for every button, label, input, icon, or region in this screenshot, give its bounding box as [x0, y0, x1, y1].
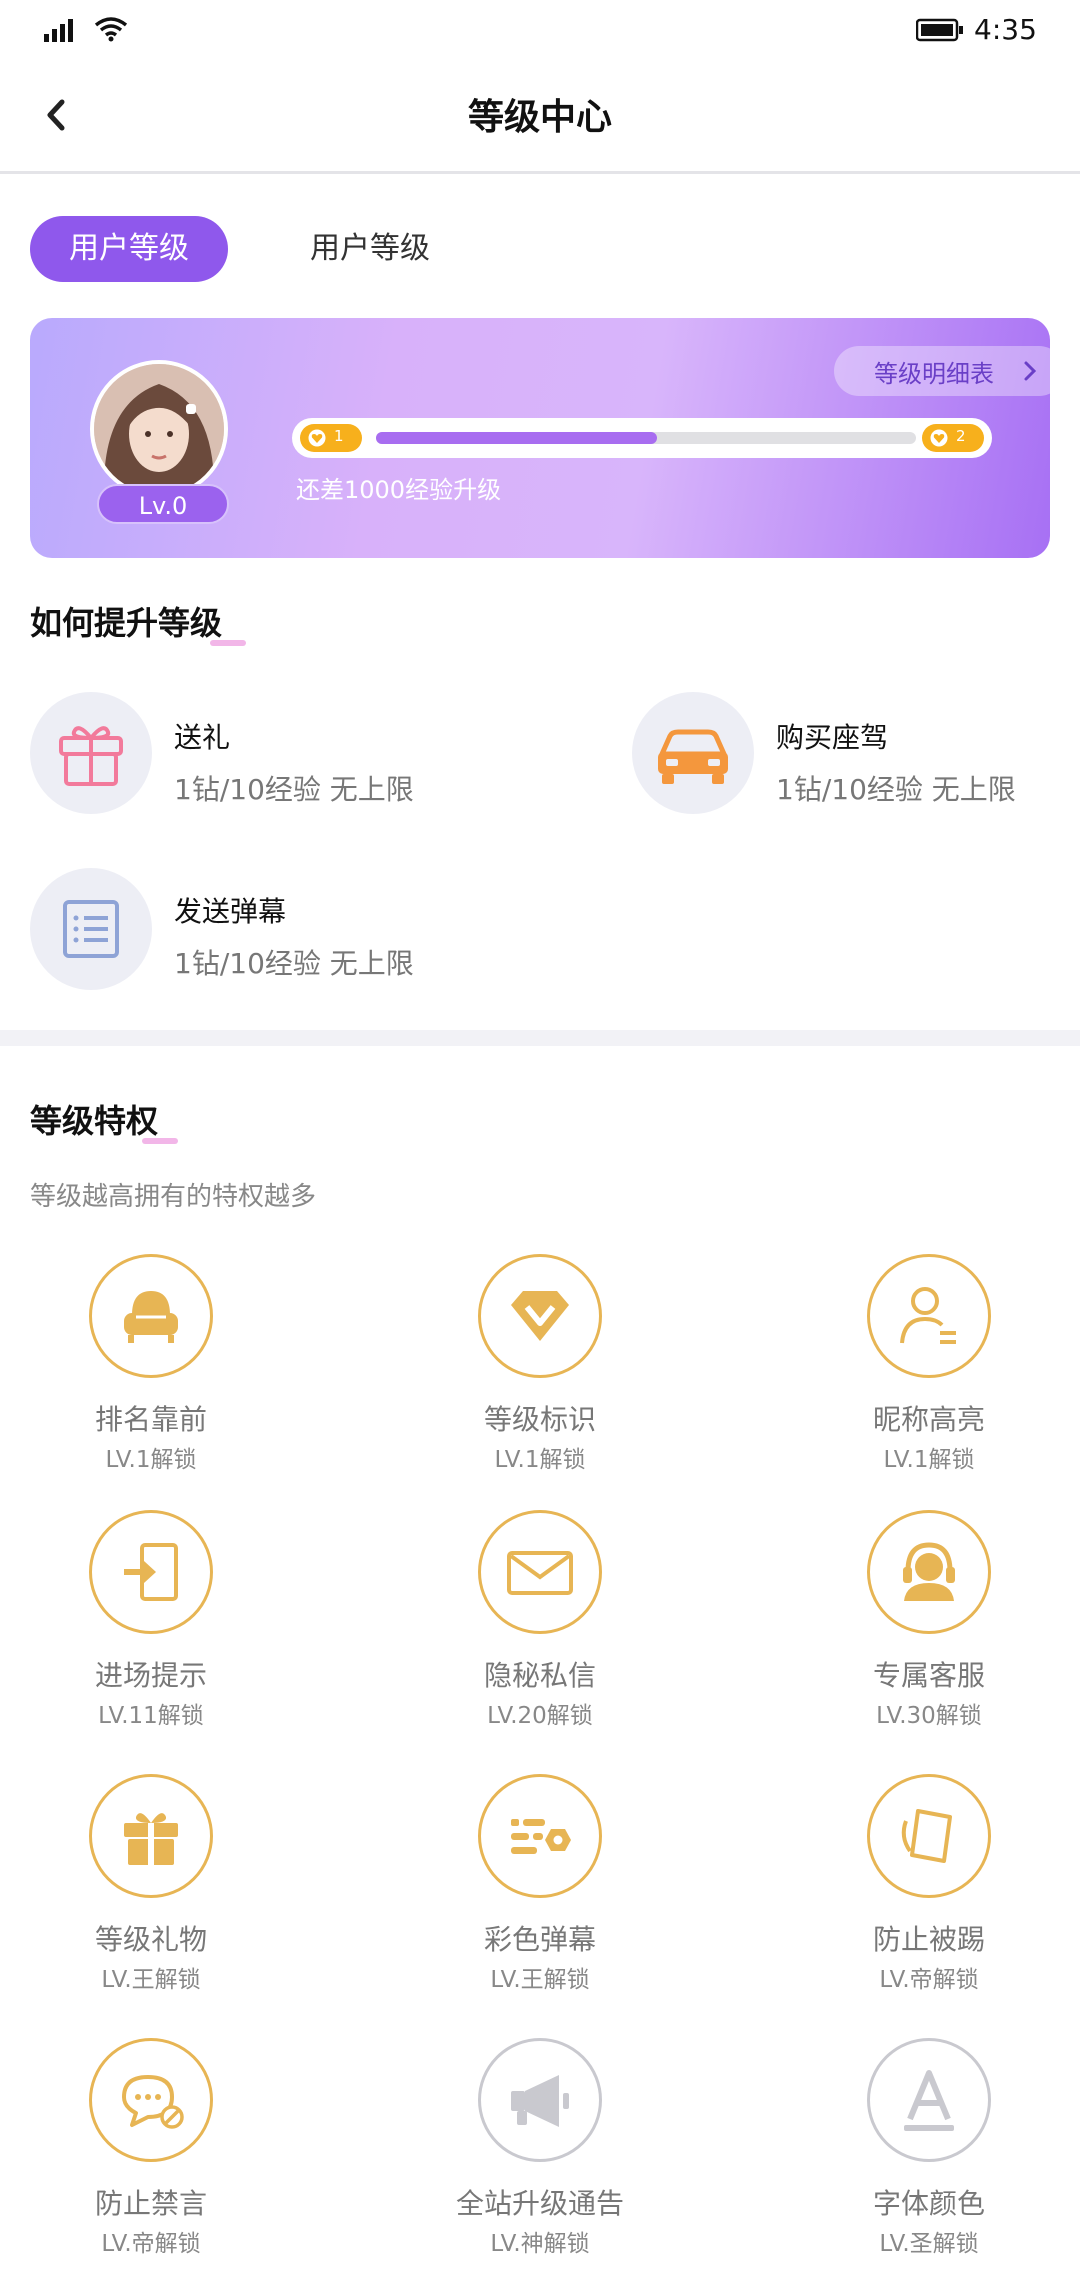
privilege-unlock: LV.圣解锁: [879, 2231, 979, 2257]
clock-time: 4:35: [974, 13, 1037, 46]
level-card: Lv.0 等级明细表 1 2 还差1000经验升级: [30, 318, 1050, 558]
privilege-item[interactable]: 防止禁言 LV.帝解锁: [20, 2038, 280, 2268]
privilege-name: 隐秘私信: [483, 1659, 596, 1692]
privilege-name: 防止禁言: [94, 2187, 207, 2220]
way-desc-danmaku: 1钻/10经验 无上限: [174, 947, 414, 980]
section-divider: [0, 1030, 1080, 1046]
privilege-name: 彩色弹幕: [483, 1923, 596, 1956]
gift-box-icon: [89, 1774, 213, 1898]
title-underline: [142, 1138, 178, 1144]
wifi-icon: [94, 17, 128, 42]
current-level-number: 1: [334, 427, 344, 445]
mail-icon: [478, 1510, 602, 1634]
title-underline: [210, 640, 246, 646]
card-icon: [867, 1774, 991, 1898]
way-desc-gift: 1钻/10经验 无上限: [174, 773, 414, 806]
tab-user-level[interactable]: 用户等级: [30, 216, 228, 282]
privilege-name: 昵称高亮: [872, 1403, 985, 1436]
privilege-item[interactable]: 进场提示 LV.11解锁: [20, 1510, 280, 1740]
enter-icon: [89, 1510, 213, 1634]
way-name-danmaku: 发送弹幕: [174, 895, 287, 928]
signal-icon: [44, 19, 73, 42]
privilege-name: 防止被踢: [872, 1923, 985, 1956]
nav-bar: 等级中心: [0, 64, 1080, 174]
way-desc-car: 1钻/10经验 无上限: [776, 773, 1016, 806]
current-level-pill: 1: [300, 424, 362, 452]
privilege-item[interactable]: 等级礼物 LV.王解锁: [20, 1774, 280, 2004]
sofa-icon: [89, 1254, 213, 1378]
privilege-unlock: LV.帝解锁: [879, 1967, 979, 1993]
no-mute-icon: [89, 2038, 213, 2162]
way-name-car: 购买座驾: [776, 721, 889, 754]
privilege-item[interactable]: 隐秘私信 LV.20解锁: [409, 1510, 669, 1740]
privilege-unlock: LV.1解锁: [105, 1447, 197, 1473]
how-to-title-text: 如何提升等级: [30, 604, 223, 642]
privilege-unlock: LV.20解锁: [487, 1703, 593, 1729]
exp-needed-text: 还差1000经验升级: [296, 476, 502, 504]
privilege-unlock: LV.30解锁: [876, 1703, 982, 1729]
privilege-item[interactable]: 字体颜色 LV.圣解锁: [798, 2038, 1058, 2268]
user-highlight-icon: [867, 1254, 991, 1378]
level-badge: Lv.0: [97, 484, 229, 524]
status-bar: 4:35: [0, 0, 1080, 64]
battery-icon: [916, 18, 963, 42]
privilege-item[interactable]: 防止被踢 LV.帝解锁: [798, 1774, 1058, 2004]
privilege-item[interactable]: 全站升级通告 LV.神解锁: [409, 2038, 669, 2268]
privilege-unlock: LV.1解锁: [883, 1447, 975, 1473]
avatar: [90, 360, 228, 498]
privilege-item[interactable]: 等级标识 LV.1解锁: [409, 1254, 669, 1484]
privilege-name: 专属客服: [872, 1659, 985, 1692]
progress-fill: [376, 432, 657, 444]
privilege-name: 等级标识: [483, 1403, 596, 1436]
next-level-number: 2: [956, 427, 966, 445]
heart-badge-icon: [930, 429, 948, 447]
privilege-name: 字体颜色: [872, 2187, 985, 2220]
car-icon: [632, 692, 754, 814]
privilege-name: 排名靠前: [94, 1403, 207, 1436]
privilege-item[interactable]: 专属客服 LV.30解锁: [798, 1510, 1058, 1740]
privilege-unlock: LV.帝解锁: [101, 2231, 201, 2257]
next-level-pill: 2: [922, 424, 984, 452]
privilege-name: 进场提示: [94, 1659, 207, 1692]
privileges-title: 等级特权: [30, 1096, 178, 1144]
font-color-icon: [867, 2038, 991, 2162]
privilege-unlock: LV.王解锁: [490, 1967, 590, 1993]
privilege-item[interactable]: 昵称高亮 LV.1解锁: [798, 1254, 1058, 1484]
megaphone-icon: [478, 2038, 602, 2162]
gift-icon: [30, 692, 152, 814]
privilege-item[interactable]: 彩色弹幕 LV.王解锁: [409, 1774, 669, 2004]
heart-badge-icon: [308, 429, 326, 447]
diamond-v-icon: [478, 1254, 602, 1378]
tab-user-level-2[interactable]: 用户等级: [310, 216, 460, 282]
color-danmaku-icon: [478, 1774, 602, 1898]
how-to-title: 如何提升等级: [30, 598, 246, 646]
level-detail-button[interactable]: 等级明细表: [834, 346, 1050, 396]
privilege-item[interactable]: 排名靠前 LV.1解锁: [20, 1254, 280, 1484]
way-name-gift: 送礼: [174, 721, 231, 754]
privilege-unlock: LV.11解锁: [98, 1703, 204, 1729]
level-progress: 1 2: [292, 418, 992, 458]
list-icon: [30, 868, 152, 990]
privilege-name: 全站升级通告: [455, 2187, 624, 2220]
privilege-unlock: LV.1解锁: [494, 1447, 586, 1473]
level-detail-label: 等级明细表: [874, 360, 994, 388]
privilege-unlock: LV.神解锁: [490, 2231, 590, 2257]
privilege-name: 等级礼物: [94, 1923, 207, 1956]
chevron-right-icon: [1024, 361, 1037, 381]
progress-track: [376, 432, 916, 444]
privilege-unlock: LV.王解锁: [101, 1967, 201, 1993]
headset-icon: [867, 1510, 991, 1634]
privileges-subtitle: 等级越高拥有的特权越多: [30, 1182, 317, 1212]
privileges-title-text: 等级特权: [30, 1102, 159, 1140]
page-title: 等级中心: [467, 97, 612, 138]
